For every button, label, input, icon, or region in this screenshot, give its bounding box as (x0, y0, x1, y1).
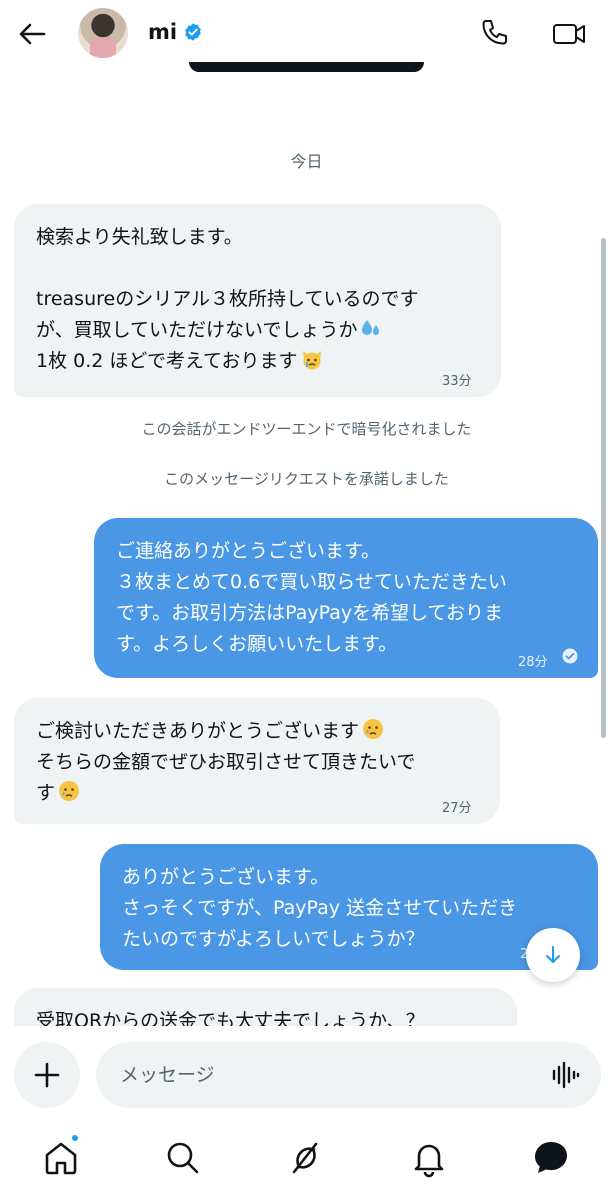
home-icon[interactable] (41, 1138, 81, 1178)
holding-back-tears-emoji-icon (363, 719, 384, 739)
grok-icon[interactable] (286, 1138, 326, 1178)
messages-icon[interactable] (531, 1138, 571, 1178)
message-text: そちらの金額でぜひお取引させて頂きたいで (36, 751, 416, 773)
message-text: す (36, 782, 56, 804)
system-message-accepted: このメッセージリクエストを承諾しました (164, 470, 449, 488)
phone-icon[interactable] (478, 17, 510, 49)
message-bubble-incoming[interactable]: 受取QRからの送金でも大丈夫でしょうか、？ (14, 988, 517, 1026)
message-text: ご連絡ありがとうございます。 (116, 540, 381, 562)
message-text: ご検討いただきありがとうございます (36, 720, 360, 742)
bell-icon[interactable] (409, 1138, 449, 1178)
message-time: 28分 (518, 655, 548, 670)
message-bubble-incoming[interactable]: 検索より失礼致します。 treasureのシリアル３枚所持しているのです が、買… (14, 204, 501, 397)
add-attachment-button[interactable] (14, 1042, 80, 1108)
crying-cat-emoji-icon (302, 351, 321, 370)
scroll-to-bottom-button[interactable] (526, 928, 580, 982)
scrollbar[interactable] (601, 238, 606, 738)
message-composer (96, 1042, 601, 1108)
message-text: が、買取していただけないでしょうか (36, 319, 358, 341)
holding-back-tears-emoji-icon (59, 781, 80, 801)
message-bubble-incoming[interactable]: ご検討いただきありがとうございます そちらの金額でぜひお取引させて頂きたいで す… (14, 698, 500, 824)
message-time: 27分 (442, 801, 472, 816)
message-text (36, 253, 479, 284)
video-camera-icon[interactable] (551, 18, 587, 50)
message-text: 1枚 0.2 ほどで考えております (36, 350, 298, 372)
arrow-down-icon (546, 946, 560, 963)
message-clip: 受取QRからの送金でも大丈夫でしょうか、？ (0, 988, 613, 1026)
system-message-encrypted: この会話がエンドツーエンドで暗号化されました (141, 420, 472, 438)
chat-header: mi (0, 0, 613, 72)
message-text: す。よろしくお願いいたします。 (116, 633, 398, 655)
pinned-bar (189, 62, 424, 72)
date-separator: 今日 (290, 152, 323, 171)
message-text: ３枚まとめて0.6で買い取らせていただきたい (116, 571, 507, 593)
contact-name-group[interactable]: mi (148, 20, 203, 44)
message-text: さっそくですが、PayPay 送金させていただき (122, 897, 518, 919)
message-text: treasureのシリアル３枚所持しているのです (36, 288, 419, 310)
message-time: 33分 (442, 374, 472, 389)
message-text: 受取QRからの送金でも大丈夫でしょうか、？ (36, 1010, 425, 1026)
message-bubble-outgoing[interactable]: ご連絡ありがとうございます。 ３枚まとめて0.6で買い取らせていただきたい です… (94, 518, 598, 678)
contact-name: mi (148, 20, 178, 44)
arrow-left-icon[interactable] (16, 18, 48, 50)
message-text: です。お取引方法はPayPayを希望しておりま (116, 602, 503, 624)
message-text: たいのですがよろしいでしょうか？ (122, 928, 425, 950)
read-check-icon (562, 648, 578, 664)
bottom-nav (0, 1128, 613, 1200)
avatar[interactable] (78, 8, 128, 58)
message-text: ありがとうございます。 (122, 866, 330, 888)
voice-wave-icon[interactable] (550, 1060, 580, 1090)
message-text: 検索より失礼致します。 (36, 226, 243, 248)
verified-badge-icon (185, 23, 201, 41)
plus-icon (34, 1062, 60, 1088)
search-icon[interactable] (163, 1138, 203, 1178)
sweat-droplets-emoji-icon (362, 320, 380, 335)
message-input[interactable] (120, 1060, 520, 1090)
message-bubble-outgoing[interactable]: ありがとうございます。 さっそくですが、PayPay 送金させていただき たいの… (100, 844, 598, 970)
notification-dot (70, 1133, 80, 1143)
